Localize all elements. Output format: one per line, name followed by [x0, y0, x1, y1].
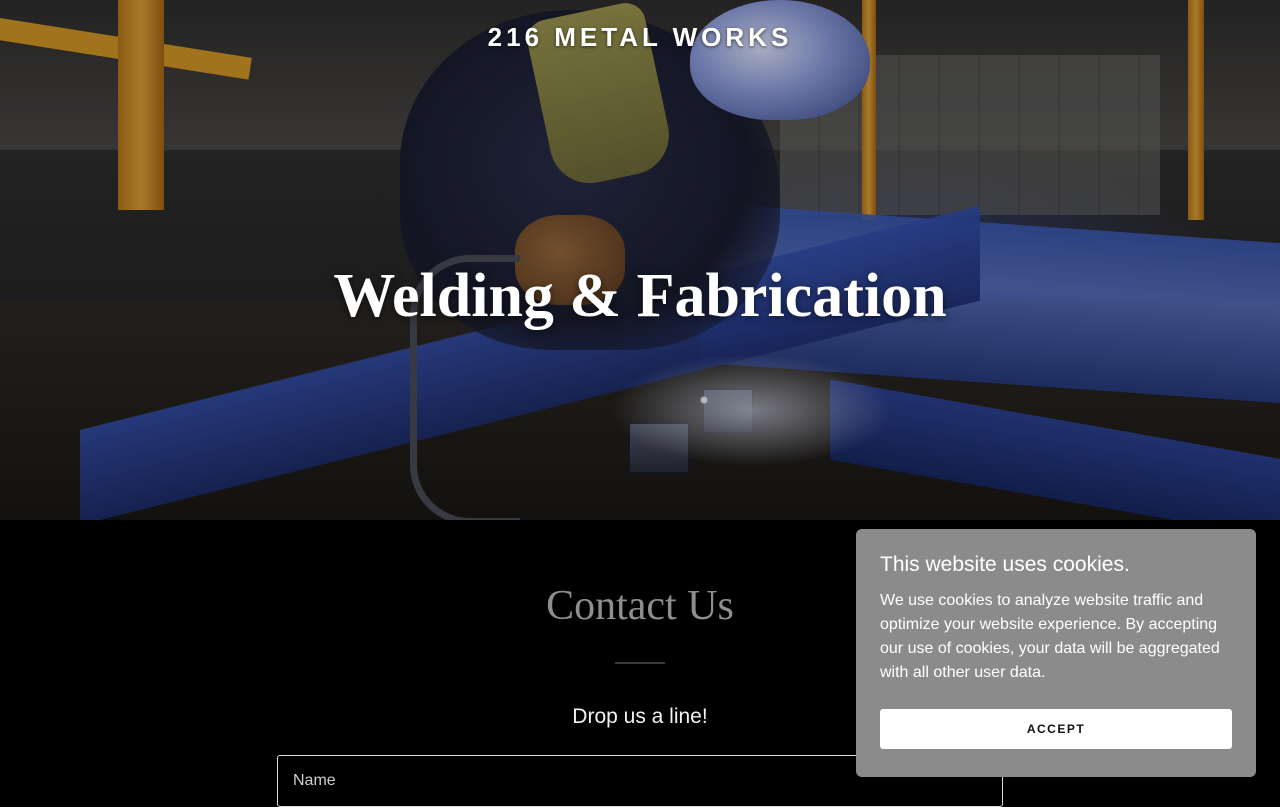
hero-section: 216 METAL WORKS Welding & Fabrication: [0, 0, 1280, 520]
cookie-banner: This website uses cookies. We use cookie…: [856, 529, 1256, 777]
hero-title: Welding & Fabrication: [333, 262, 947, 330]
cookie-banner-text: We use cookies to analyze website traffi…: [880, 592, 1220, 681]
cookie-banner-title: This website uses cookies.: [880, 553, 1130, 576]
section-divider: [615, 662, 665, 664]
accept-cookies-button[interactable]: ACCEPT: [880, 709, 1232, 749]
site-logo-link[interactable]: 216 METAL WORKS: [0, 22, 1280, 53]
